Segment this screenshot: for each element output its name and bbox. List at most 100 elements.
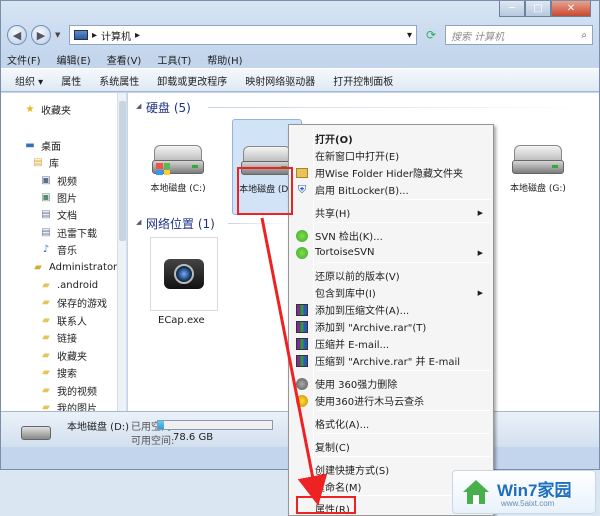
sidebar-item-label: Administrator: [49, 261, 118, 273]
used-space-bar: [157, 420, 273, 430]
sidebar-item[interactable]: ▰ 我的图片: [39, 399, 97, 412]
context-menu-item[interactable]: 打开(O): [291, 130, 491, 147]
sidebar-item[interactable]: ▰ 我的视频: [39, 382, 97, 398]
menu-file[interactable]: 文件(F): [7, 52, 41, 67]
sidebar-item[interactable]: ▰ 联系人: [39, 312, 87, 328]
star-icon: ★: [25, 103, 35, 115]
command-bar: 组织 ▾ 属性 系统属性 卸载或更改程序 映射网络驱动器 打开控制面板: [1, 68, 599, 92]
sidebar-item-label: .android: [57, 279, 99, 291]
address-dropdown-icon[interactable]: ▾: [407, 30, 412, 41]
hdd-group-title[interactable]: 硬盘 (5): [146, 99, 191, 116]
search-input[interactable]: 搜索 计算机 ⌕: [445, 25, 593, 45]
drive-g[interactable]: 本地磁盘 (G:): [500, 145, 576, 194]
context-menu-item[interactable]: 格式化(A)...: [291, 415, 491, 432]
sidebar-item[interactable]: ▬ 桌面: [23, 137, 61, 153]
desktop-icon: ▬: [25, 139, 35, 151]
sidebar-item-label: 收藏夹: [57, 351, 87, 363]
search-icon: ⌕: [581, 29, 587, 41]
sidebar-item-label: 收藏夹: [41, 105, 71, 117]
context-menu-item[interactable]: 压缩到 "Archive.rar" 并 E-mail: [291, 352, 491, 369]
context-menu-item[interactable]: 在新窗口中打开(E): [291, 147, 491, 164]
sidebar-item-label: 搜索: [57, 368, 77, 380]
context-menu-item[interactable]: 用Wise Folder Hider隐藏文件夹: [291, 164, 491, 181]
drive-c[interactable]: 本地磁盘 (C:): [140, 145, 216, 194]
sidebar-item[interactable]: ▣ 视频: [39, 172, 77, 188]
ecap-item[interactable]: [150, 237, 218, 311]
documents-icon: ▤: [41, 208, 51, 220]
context-menu-item-label: 共享(H): [315, 209, 351, 220]
sidebar-item-label: 音乐: [57, 245, 77, 257]
status-drive-name: 本地磁盘 (D:): [67, 422, 130, 433]
context-menu-item[interactable]: 添加到压缩文件(A)...: [291, 301, 491, 318]
breadcrumb-separator-icon: ▸: [92, 29, 98, 41]
links-icon: ▰: [42, 331, 50, 343]
sidebar-item[interactable]: ▰ .android: [39, 277, 98, 293]
sidebar-item-label: 我的图片: [57, 403, 97, 412]
sidebar-item[interactable]: ▰ 搜索: [39, 364, 77, 380]
map-network-drive-button[interactable]: 映射网络驱动器: [245, 73, 315, 88]
recent-pages-dropdown[interactable]: ▼: [55, 31, 65, 39]
sidebar-item[interactable]: ▰ Administrator: [31, 259, 117, 275]
context-menu-item[interactable]: 还原以前的版本(V): [291, 267, 491, 284]
menu-view[interactable]: 查看(V): [107, 52, 142, 67]
context-menu-item[interactable]: 添加到 "Archive.rar"(T): [291, 318, 491, 335]
group-divider: [208, 107, 588, 108]
context-menu-item[interactable]: 使用 360强力删除: [291, 375, 491, 392]
sidebar-item[interactable]: ▣ 图片: [39, 189, 77, 205]
context-menu-item[interactable]: ⛨ 启用 BitLocker(B)...: [291, 181, 491, 198]
menu-help[interactable]: 帮助(H): [207, 52, 242, 67]
sidebar-item[interactable]: ▤ 库: [31, 154, 59, 170]
context-menu-item-label: 格式化(A)...: [315, 420, 370, 431]
address-bar[interactable]: ▸ 计算机 ▸ ▾: [69, 25, 417, 45]
collapse-arrow-icon[interactable]: ◢: [136, 102, 141, 110]
tortoisesvn-icon: [295, 246, 309, 259]
menu-edit[interactable]: 编辑(E): [57, 52, 91, 67]
context-menu-item[interactable]: 压缩并 E-mail...: [291, 335, 491, 352]
uninstall-program-button[interactable]: 卸载或更改程序: [157, 73, 227, 88]
context-menu-item[interactable]: 包含到库中(I) ▶: [291, 284, 491, 301]
network-group-title[interactable]: 网络位置 (1): [146, 215, 215, 232]
context-menu-item[interactable]: SVN 检出(K)...: [291, 227, 491, 244]
thunder-download-icon: ▤: [41, 226, 51, 238]
watermark-title: Win7家园: [497, 481, 572, 500]
svn-checkout-icon: [295, 229, 309, 242]
properties-button[interactable]: 属性: [61, 73, 81, 88]
context-menu-item[interactable]: TortoiseSVN ▶: [291, 244, 491, 261]
winrar-icon: [295, 354, 309, 367]
context-menu-item-label: 压缩到 "Archive.rar" 并 E-mail: [315, 357, 461, 368]
sidebar-item[interactable]: ★ 收藏夹: [23, 101, 71, 117]
house-logo-icon: [463, 480, 489, 504]
submenu-arrow-icon: ▶: [477, 288, 483, 297]
breadcrumb-separator-icon: ▸: [135, 29, 141, 41]
menu-tools[interactable]: 工具(T): [157, 52, 191, 67]
sidebar-item[interactable]: ▰ 链接: [39, 329, 77, 345]
sidebar-item[interactable]: ▤ 迅雷下载: [39, 224, 97, 240]
back-button[interactable]: ◀: [7, 25, 27, 45]
collapse-arrow-icon[interactable]: ◢: [136, 218, 141, 226]
organize-button[interactable]: 组织 ▾: [15, 73, 43, 88]
navigation-scrollbar[interactable]: [117, 93, 126, 411]
context-menu-item[interactable]: 使用360进行木马云查杀: [291, 392, 491, 409]
bitlocker-shield-icon: ⛨: [297, 182, 307, 196]
refresh-button[interactable]: ⟳: [421, 25, 441, 45]
scrollbar-thumb[interactable]: [119, 101, 126, 241]
maximize-button[interactable]: □: [525, 1, 551, 17]
breadcrumb[interactable]: 计算机: [101, 28, 131, 43]
minimize-button[interactable]: ─: [499, 1, 525, 17]
sidebar-item[interactable]: ♪ 音乐: [39, 241, 77, 257]
watermark-url: www.5aixt.com: [501, 499, 555, 508]
system-properties-button[interactable]: 系统属性: [99, 73, 139, 88]
saved-games-icon: ▰: [42, 296, 50, 308]
context-menu-item-label: 还原以前的版本(V): [315, 272, 400, 283]
close-button[interactable]: ✕: [551, 1, 591, 17]
context-menu-item[interactable]: 复制(C): [291, 438, 491, 455]
sidebar-item-label: 迅雷下载: [57, 228, 97, 240]
free-space-label: 可用空间:: [131, 436, 175, 447]
sidebar-item[interactable]: ▤ 文档: [39, 206, 77, 222]
open-control-panel-button[interactable]: 打开控制面板: [333, 73, 393, 88]
sidebar-item[interactable]: ▰ 保存的游戏: [39, 294, 107, 310]
context-menu-item[interactable]: 共享(H) ▶: [291, 204, 491, 221]
forward-arrow-icon: ▶: [36, 28, 46, 42]
sidebar-item[interactable]: ▰ 收藏夹: [39, 347, 87, 363]
forward-button[interactable]: ▶: [31, 25, 51, 45]
